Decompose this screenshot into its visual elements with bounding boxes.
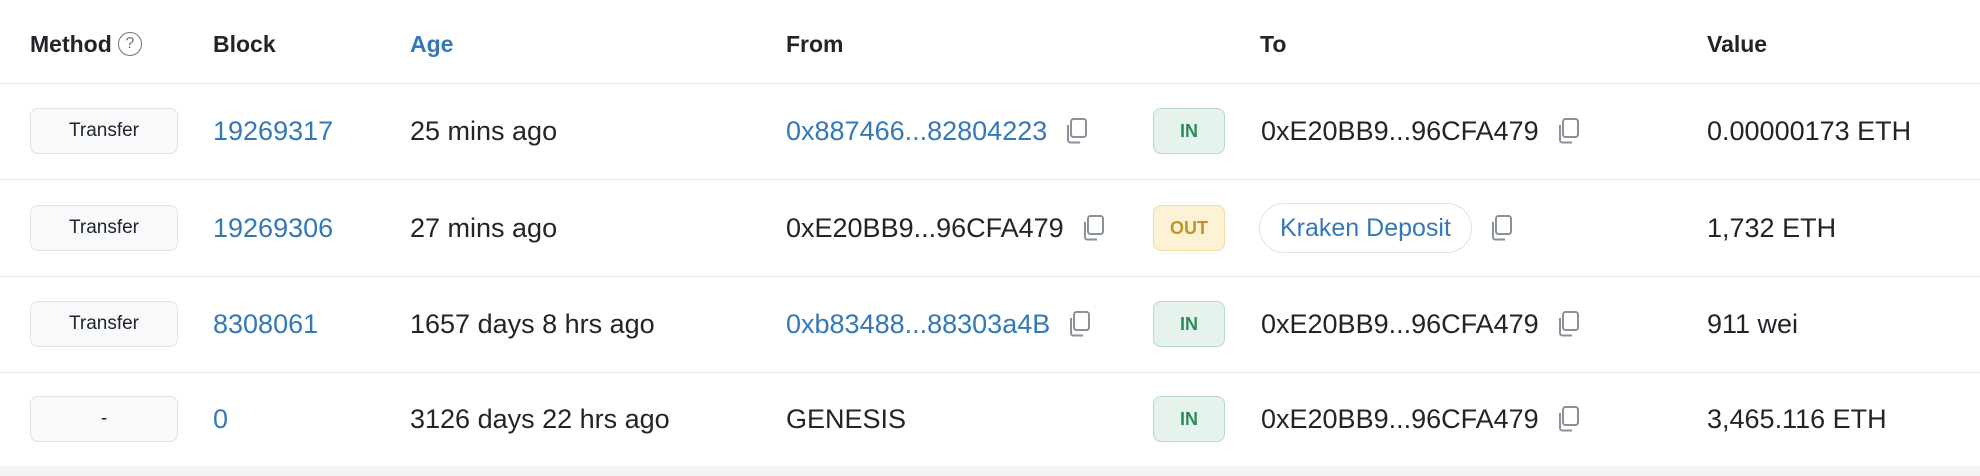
copy-icon[interactable] <box>1066 310 1092 338</box>
from-address-link[interactable]: 0xb83488...88303a4B <box>786 309 1050 340</box>
direction-badge-out: OUT <box>1153 205 1225 251</box>
from-address-link[interactable]: 0x887466...82804223 <box>786 116 1047 147</box>
copy-icon[interactable] <box>1488 214 1514 242</box>
block-link[interactable]: 8308061 <box>213 276 318 372</box>
method-badge[interactable]: Transfer <box>30 301 178 347</box>
block-link[interactable]: 0 <box>213 372 228 466</box>
direction-badge-in: IN <box>1153 396 1225 442</box>
to-cell: 0xE20BB9...96CFA479 <box>1261 372 1581 466</box>
column-header-block: Block <box>213 31 276 57</box>
direction-badge-in: IN <box>1153 301 1225 347</box>
direction-cell: IN <box>1153 83 1225 179</box>
age-text: 3126 days 22 hrs ago <box>410 403 670 434</box>
method-cell: Transfer <box>30 276 178 372</box>
from-address: GENESIS <box>786 403 907 434</box>
to-cell: Kraken Deposit <box>1259 180 1514 276</box>
from-cell: 0x887466...82804223 <box>786 83 1089 179</box>
age-text: 25 mins ago <box>410 115 558 146</box>
method-cell: Transfer <box>30 83 178 179</box>
copy-icon[interactable] <box>1555 405 1581 433</box>
to-name-tag[interactable]: Kraken Deposit <box>1259 203 1472 253</box>
table-row: Transfer 19269317 25 mins ago 0x887466..… <box>0 83 1980 180</box>
from-address: 0xE20BB9...96CFA479 <box>786 212 1064 243</box>
direction-cell: IN <box>1153 276 1225 372</box>
help-icon[interactable]: ? <box>117 31 142 56</box>
table-bottom-divider <box>0 466 1980 476</box>
copy-icon[interactable] <box>1063 117 1089 145</box>
age-text: 27 mins ago <box>410 212 558 243</box>
column-header-age[interactable]: Age <box>410 30 453 58</box>
copy-icon[interactable] <box>1080 214 1106 242</box>
direction-cell: OUT <box>1153 180 1225 276</box>
column-header-to: To <box>1260 31 1287 57</box>
method-badge[interactable]: - <box>30 396 178 442</box>
column-header-method: Method? <box>30 30 142 58</box>
method-cell: Transfer <box>30 180 178 276</box>
table-header: Method? Block Age From To Value <box>0 0 1980 84</box>
age-text: 1657 days 8 hrs ago <box>410 308 655 339</box>
value-text: 3,465.116 ETH <box>1707 403 1887 434</box>
to-address: 0xE20BB9...96CFA479 <box>1261 403 1539 434</box>
from-cell: 0xE20BB9...96CFA479 <box>786 180 1106 276</box>
transactions-table: Method? Block Age From To Value Transfer… <box>0 0 1980 476</box>
block-link[interactable]: 19269306 <box>213 180 333 276</box>
method-badge[interactable]: Transfer <box>30 205 178 251</box>
to-address: 0xE20BB9...96CFA479 <box>1261 308 1539 339</box>
copy-icon[interactable] <box>1555 117 1581 145</box>
table-row: - 0 3126 days 22 hrs ago GENESIS IN 0xE2… <box>0 372 1980 466</box>
table-row: Transfer 19269306 27 mins ago 0xE20BB9..… <box>0 180 1980 277</box>
direction-cell: IN <box>1153 372 1225 466</box>
column-header-value: Value <box>1707 31 1768 57</box>
to-address: 0xE20BB9...96CFA479 <box>1261 115 1539 146</box>
value-text: 1,732 ETH <box>1707 212 1837 243</box>
value-text: 0.00000173 ETH <box>1707 115 1912 146</box>
column-header-method-label: Method <box>30 31 112 57</box>
from-cell: GENESIS <box>786 372 906 466</box>
method-cell: - <box>30 372 178 466</box>
column-header-from: From <box>786 31 844 57</box>
value-text: 911 wei <box>1707 308 1799 339</box>
to-cell: 0xE20BB9...96CFA479 <box>1261 83 1581 179</box>
method-badge[interactable]: Transfer <box>30 108 178 154</box>
from-cell: 0xb83488...88303a4B <box>786 276 1092 372</box>
table-row: Transfer 8308061 1657 days 8 hrs ago 0xb… <box>0 276 1980 373</box>
block-link[interactable]: 19269317 <box>213 83 333 179</box>
copy-icon[interactable] <box>1555 310 1581 338</box>
direction-badge-in: IN <box>1153 108 1225 154</box>
to-cell: 0xE20BB9...96CFA479 <box>1261 276 1581 372</box>
